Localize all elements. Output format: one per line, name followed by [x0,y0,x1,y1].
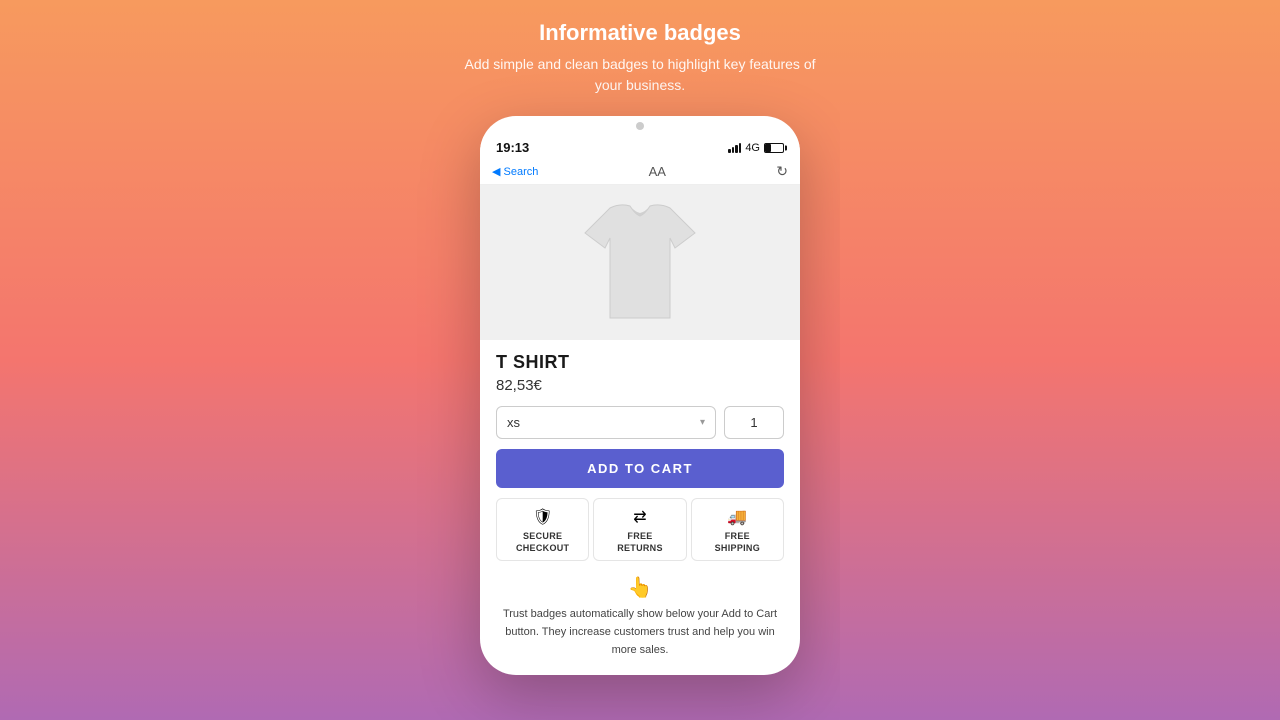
phone-notch [480,116,800,136]
shipping-icon: 🚚 [727,507,747,527]
status-bar: 19:13 4G [480,136,800,159]
bottom-section: 👆 Trust badges automatically show below … [480,571,800,675]
browser-refresh-button[interactable]: ↻ [776,163,788,180]
trust-badge-free-returns: ⇄ FREERETURNS [593,498,686,561]
network-type: 4G [745,142,760,154]
trust-badge-secure-checkout: 🛡 SECURECHECKOUT [496,498,589,561]
browser-aa[interactable]: AA [649,164,666,179]
quantity-input[interactable] [724,406,784,439]
phone-dot [636,122,644,130]
size-value: xs [507,415,520,430]
browser-back-button[interactable]: ◀ Search [492,165,538,178]
shield-icon: 🛡 [533,507,553,527]
product-image-area [480,185,800,340]
phone-mockup: 19:13 4G ◀ Search AA ↻ [480,116,800,675]
product-name: T SHIRT [496,352,784,373]
status-icons: 4G [728,142,784,154]
product-price: 82,53€ [496,377,784,394]
signal-bar-2 [732,147,735,153]
page-subtitle: Add simple and clean badges to highlight… [460,54,820,96]
product-image [580,198,700,328]
returns-icon: ⇄ [633,507,646,527]
free-returns-label: FREERETURNS [617,531,663,554]
size-select[interactable]: xs ▾ [496,406,716,439]
free-shipping-label: FREESHIPPING [715,531,760,554]
status-time: 19:13 [496,140,529,155]
browser-bar: ◀ Search AA ↻ [480,159,800,185]
add-to-cart-button[interactable]: ADD TO CART [496,449,784,488]
product-info: T SHIRT 82,53€ xs ▾ ADD TO CART 🛡 SECURE… [480,340,800,561]
battery-fill [765,144,771,152]
footer-text: Trust badges automatically show below yo… [496,606,784,659]
trust-badge-free-shipping: 🚚 FREESHIPPING [691,498,784,561]
signal-bar-4 [739,143,742,153]
signal-bars [728,143,741,153]
secure-checkout-label: SECURECHECKOUT [516,531,569,554]
signal-bar-1 [728,149,731,153]
chevron-down-icon: ▾ [700,417,705,428]
pointing-hand-emoji: 👆 [496,575,784,600]
battery-icon [764,143,784,153]
page-title: Informative badges [460,20,820,46]
signal-bar-3 [735,145,738,153]
trust-badges: 🛡 SECURECHECKOUT ⇄ FREERETURNS 🚚 FREESHI… [496,498,784,561]
product-controls: xs ▾ [496,406,784,439]
